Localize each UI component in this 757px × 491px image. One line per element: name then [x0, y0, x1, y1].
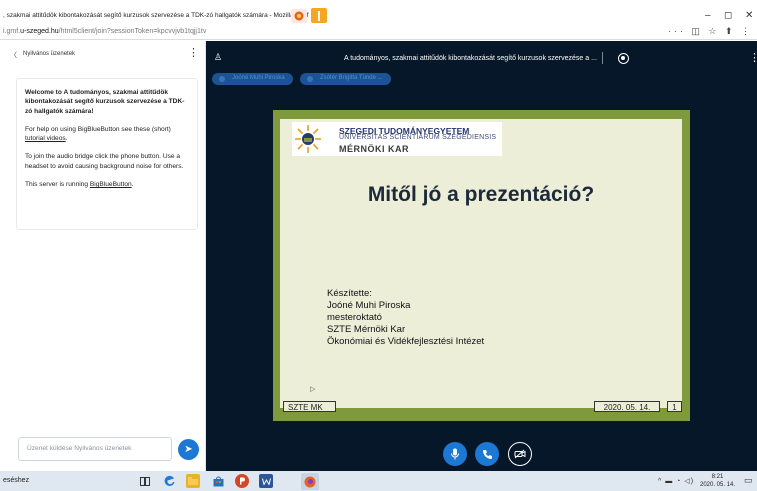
minimize-button[interactable]: –: [705, 11, 711, 21]
help-text: For help on using BigBlueButton see thes…: [25, 125, 171, 143]
store-icon[interactable]: [211, 474, 225, 488]
send-icon: ➤: [184, 444, 193, 455]
powerpoint-icon[interactable]: [235, 474, 249, 488]
system-tray-icons[interactable]: ^ ▬ ◔ ◁): [658, 477, 694, 485]
sun-emblem-icon: [295, 125, 321, 153]
camera-off-icon: [514, 449, 526, 459]
welcome-message: Welcome to A tudományos, szakmai attitűd…: [16, 78, 198, 230]
user-list-icon[interactable]: ♙: [214, 52, 222, 63]
chat-panel: 〈 Nyilvános üzenetek ⋮ Welcome to A tudo…: [0, 41, 206, 471]
talking-indicator[interactable]: Joóné Muhi Piroska: [212, 73, 293, 85]
info-line: Készítette:: [327, 288, 372, 299]
slide-footer-left: SZTE MK: [283, 401, 336, 412]
task-view-icon[interactable]: [138, 474, 152, 488]
header-divider: [602, 52, 603, 64]
server-text: This server is running BigBlueButton.: [25, 181, 134, 189]
edge-icon[interactable]: [163, 474, 177, 488]
bigbluebutton-link[interactable]: BigBlueButton: [90, 181, 132, 188]
restore-button[interactable]: ◻: [724, 11, 732, 21]
welcome-title: Welcome to A tudományos, szakmai attitűd…: [25, 89, 185, 115]
firefox-extension-icon[interactable]: [311, 8, 327, 23]
phone-icon: [482, 449, 492, 459]
info-line: SZTE Mérnöki Kar: [327, 324, 406, 335]
firefox-taskbar-icon[interactable]: [301, 473, 319, 490]
talking-indicator[interactable]: Zsótér Brigitta Tünde ...: [300, 73, 391, 85]
info-line: mesteroktató: [327, 312, 382, 323]
audio-text: To join the audio bridge click the phone…: [25, 153, 184, 170]
meeting-options-icon[interactable]: ⋮: [749, 51, 757, 64]
slide-footer-date: 2020. 05. 14.: [594, 401, 660, 412]
meeting-header: ♙ A tudományos, szakmai attitűdök kibont…: [206, 41, 757, 87]
camera-button[interactable]: [508, 442, 532, 466]
tutorial-videos-link[interactable]: tutorial videos: [25, 135, 66, 142]
chat-options-icon[interactable]: ⋮: [188, 46, 199, 59]
presentation-area: ♙ A tudományos, szakmai attitűdök kibont…: [206, 41, 757, 471]
info-line: Joóné Muhi Piroska: [327, 300, 411, 311]
info-line: Ökonómiai és Vidékfejlesztési Intézet: [327, 336, 485, 347]
notification-icon[interactable]: ▭: [744, 475, 753, 486]
chat-message-input[interactable]: Üzenet küldése Nyilvános üzenetek: [18, 437, 172, 461]
mouse-cursor-icon: ▷: [310, 386, 316, 393]
microphone-button[interactable]: [443, 442, 467, 466]
send-button[interactable]: ➤: [178, 439, 199, 460]
microphone-icon: [451, 448, 459, 460]
slide-page-number: 1: [667, 401, 682, 412]
file-explorer-icon[interactable]: [186, 474, 200, 488]
address-bar[interactable]: i.gmf.u-szeged.hu/html5client/join?sessi…: [0, 24, 757, 40]
presentation-slide: SZEGEDI TUDOMÁNYEGYETEM UNIVERSITAS SCIE…: [280, 119, 682, 412]
slide-author-info: Készítette: Joóné Muhi Piroska mesterokt…: [327, 288, 484, 348]
browser-toolbar-icons[interactable]: ··· ◫ ☆ ⬆ ⋮: [668, 26, 753, 37]
url-domain: u-szeged.hu: [20, 28, 59, 35]
university-logo: SZEGEDI TUDOMÁNYEGYETEM UNIVERSITAS SCIE…: [292, 122, 502, 156]
chat-title[interactable]: Nyilvános üzenetek: [23, 51, 75, 57]
taskbar-clock[interactable]: 8:21 2020. 05. 14.: [700, 473, 735, 489]
word-icon[interactable]: [259, 474, 273, 488]
chat-header: 〈 Nyilvános üzenetek ⋮: [0, 41, 206, 69]
phone-button[interactable]: [475, 442, 499, 466]
window-titlebar: , szakmai attitűdök kibontakozását segít…: [0, 0, 757, 24]
back-chevron-icon[interactable]: 〈: [10, 50, 17, 60]
url-text[interactable]: i.gmf.u-szeged.hu/html5client/join?sessi…: [3, 28, 206, 35]
logo-latin-name: UNIVERSITAS SCIENTIARUM SZEGEDIENSIS: [339, 134, 497, 141]
windows-taskbar: eséshez ^ ▬ ◔ ◁) 8:21 2020. 05. 14. ▭: [0, 471, 757, 491]
close-button[interactable]: ✕: [745, 11, 753, 21]
firefox-private-icon[interactable]: [291, 9, 307, 23]
slide-frame: SZEGEDI TUDOMÁNYEGYETEM UNIVERSITAS SCIE…: [273, 110, 690, 421]
logo-faculty-name: MÉRNÖKI KAR: [339, 144, 409, 154]
window-title: , szakmai attitűdök kibontakozását segít…: [3, 12, 309, 19]
meeting-title: A tudományos, szakmai attitűdök kibontak…: [344, 55, 597, 62]
recording-icon[interactable]: [618, 53, 629, 64]
slide-title: Mitől jó a prezentáció?: [367, 183, 595, 206]
taskbar-search-text[interactable]: eséshez: [3, 477, 29, 484]
